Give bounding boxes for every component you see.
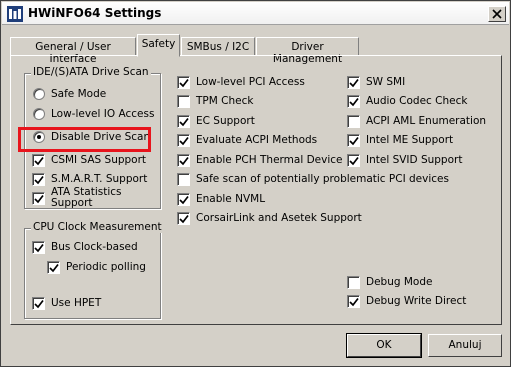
ok-button[interactable]: OK xyxy=(346,333,422,358)
tab-general-user-interface[interactable]: General / User Interface xyxy=(10,37,136,65)
title-bar[interactable]: HWiNFO64 Settings xyxy=(2,2,509,25)
cancel-button[interactable]: Anuluj xyxy=(428,334,502,357)
close-icon xyxy=(492,9,502,19)
close-button[interactable] xyxy=(488,6,506,22)
window-title: HWiNFO64 Settings xyxy=(28,6,162,20)
tab-driver-management[interactable]: Driver Management xyxy=(256,37,359,65)
tab-safety[interactable]: Safety xyxy=(137,34,180,57)
annotation-highlight-box xyxy=(18,127,151,152)
tab-smbus-i2c[interactable]: SMBus / I2C xyxy=(181,37,255,56)
settings-dialog: HWiNFO64 Settings General / User Interfa… xyxy=(0,0,511,367)
hwinfo-app-icon xyxy=(7,6,23,22)
safety-tab-panel xyxy=(10,55,502,325)
